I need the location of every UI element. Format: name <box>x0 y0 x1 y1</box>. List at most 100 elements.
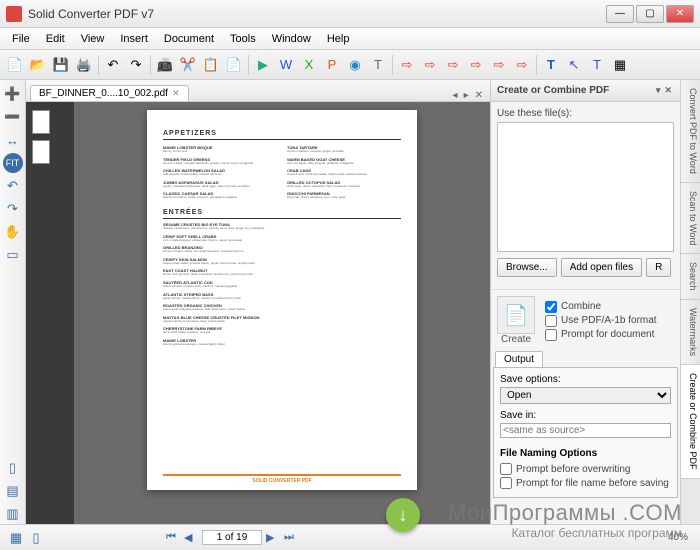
facing-icon[interactable]: ▥ <box>3 504 23 524</box>
app-icon <box>6 6 22 22</box>
save-icon[interactable]: 💾 <box>50 54 72 76</box>
new-icon[interactable]: 📄 <box>4 54 26 76</box>
prompt-overwrite-checkbox[interactable] <box>500 463 512 475</box>
fit-width-icon[interactable]: ↔ <box>3 130 23 150</box>
first-page-icon[interactable]: ⏮ <box>166 531 180 545</box>
convert2-icon[interactable]: ⇨ <box>419 54 441 76</box>
ppt-icon[interactable]: P <box>321 54 343 76</box>
tab-strip: BF_DINNER_0....10_002.pdf ✕ ◂ ▸ ✕ <box>26 80 490 102</box>
prompt-filename-checkbox[interactable] <box>500 477 512 489</box>
scan-icon[interactable]: 📠 <box>154 54 176 76</box>
redo-icon[interactable]: ↷ <box>125 54 147 76</box>
panel-title: Create or Combine PDF <box>497 85 609 96</box>
toolbar: 📄 📂 💾 🖨️ ↶ ↷ 📠 ✂️ 📋 📄 ▶ W X P ◉ T ⇨ ⇨ ⇨ … <box>0 50 700 80</box>
rtab-watermarks[interactable]: Watermarks <box>681 300 700 365</box>
pointer-icon[interactable]: ↖ <box>563 54 585 76</box>
file-naming-label: File Naming Options <box>500 448 671 459</box>
open-icon[interactable]: 📂 <box>27 54 49 76</box>
crop-icon[interactable]: ▦ <box>609 54 631 76</box>
use-files-label: Use these file(s): <box>497 108 674 119</box>
left-toolbar: ➕ ➖ ↔ FIT ↶ ↷ ✋ ▭ ▯ ▤ ▥ <box>0 80 26 524</box>
menu-file[interactable]: File <box>4 31 38 47</box>
menu-edit[interactable]: Edit <box>38 31 73 47</box>
pdfa-checkbox[interactable] <box>545 315 557 327</box>
tab-next-icon[interactable]: ▸ <box>461 90 472 101</box>
export-icon[interactable]: ▶ <box>252 54 274 76</box>
document-tab[interactable]: BF_DINNER_0....10_002.pdf ✕ <box>30 85 189 101</box>
last-page-icon[interactable]: ⏭ <box>284 531 298 545</box>
rotate-right-icon[interactable]: ↷ <box>3 199 23 219</box>
paste-icon[interactable]: 📄 <box>223 54 245 76</box>
thumbnail-1[interactable] <box>32 110 50 134</box>
thumbnail-2[interactable] <box>32 140 50 164</box>
excel-icon[interactable]: X <box>298 54 320 76</box>
select-icon[interactable]: ▭ <box>3 245 23 265</box>
text-icon[interactable]: T <box>367 54 389 76</box>
zoom-level: 40% <box>668 532 688 543</box>
fit-page-icon[interactable]: FIT <box>3 153 23 173</box>
thumbnail-pane[interactable] <box>26 102 74 524</box>
single-page-icon[interactable]: ▯ <box>3 458 23 478</box>
hand-icon[interactable]: ✋ <box>3 222 23 242</box>
page-footer: SOLID CONVERTER PDF <box>163 474 401 484</box>
remove-button[interactable]: R <box>646 258 671 277</box>
output-tab[interactable]: Output <box>495 351 543 367</box>
panel-menu-icon[interactable]: ▾ <box>654 85 663 96</box>
maximize-button[interactable]: ▢ <box>636 5 664 23</box>
view-mode-1-icon[interactable]: ▦ <box>6 528 26 548</box>
save-in-label: Save in: <box>500 410 671 421</box>
tab-close-icon[interactable]: ✕ <box>172 88 180 99</box>
section-entrees: ENTRÉES <box>163 209 401 219</box>
menu-view[interactable]: View <box>73 31 113 47</box>
save-options-label: Save options: <box>500 374 671 385</box>
tab-prev-icon[interactable]: ◂ <box>450 90 461 101</box>
convert1-icon[interactable]: ⇨ <box>396 54 418 76</box>
center-pane: BF_DINNER_0....10_002.pdf ✕ ◂ ▸ ✕ APPETI… <box>26 80 490 524</box>
rtab-search[interactable]: Search <box>681 254 700 300</box>
menu-help[interactable]: Help <box>319 31 358 47</box>
page-view[interactable]: APPETIZERS MAINE LOBSTER BISQUEsherry, v… <box>74 102 490 524</box>
continuous-icon[interactable]: ▤ <box>3 481 23 501</box>
rtab-scan[interactable]: Scan to Word <box>681 183 700 254</box>
word-icon[interactable]: W <box>275 54 297 76</box>
prompt-doc-checkbox[interactable] <box>545 329 557 341</box>
zoom-in-icon[interactable]: ➕ <box>3 84 23 104</box>
close-button[interactable]: ✕ <box>666 5 694 23</box>
file-list[interactable] <box>497 122 674 252</box>
convert6-icon[interactable]: ⇨ <box>511 54 533 76</box>
save-options-select[interactable]: Open <box>500 387 671 404</box>
menu-window[interactable]: Window <box>264 31 319 47</box>
tab-close-all-icon[interactable]: ✕ <box>472 90 486 101</box>
rotate-left-icon[interactable]: ↶ <box>3 176 23 196</box>
rtab-convert[interactable]: Convert PDF to Word <box>681 80 700 183</box>
textedit-icon[interactable]: T <box>586 54 608 76</box>
menu-insert[interactable]: Insert <box>112 31 156 47</box>
prev-page-icon[interactable]: ◀ <box>184 531 198 545</box>
menu-tools[interactable]: Tools <box>222 31 264 47</box>
save-in-input[interactable] <box>500 423 671 438</box>
tab-label: BF_DINNER_0....10_002.pdf <box>39 88 168 99</box>
html-icon[interactable]: ◉ <box>344 54 366 76</box>
view-mode-2-icon[interactable]: ▯ <box>26 528 46 548</box>
status-bar: ▦ ▯ ⏮ ◀ ▶ ⏭ 40% <box>0 524 700 550</box>
page-input[interactable] <box>202 530 262 545</box>
combine-checkbox[interactable] <box>545 301 557 313</box>
rtab-create[interactable]: Create or Combine PDF <box>681 365 700 479</box>
panel-close-icon[interactable]: ✕ <box>662 85 674 96</box>
create-icon[interactable]: 📄 <box>497 296 535 334</box>
convert4-icon[interactable]: ⇨ <box>465 54 487 76</box>
cut-icon[interactable]: ✂️ <box>177 54 199 76</box>
copy-icon[interactable]: 📋 <box>200 54 222 76</box>
create-label: Create <box>497 334 535 345</box>
minimize-button[interactable]: — <box>606 5 634 23</box>
add-open-files-button[interactable]: Add open files <box>561 258 642 277</box>
zoom-out-icon[interactable]: ➖ <box>3 107 23 127</box>
menu-document[interactable]: Document <box>156 31 222 47</box>
convert5-icon[interactable]: ⇨ <box>488 54 510 76</box>
browse-button[interactable]: Browse... <box>497 258 557 277</box>
next-page-icon[interactable]: ▶ <box>266 531 280 545</box>
print-icon[interactable]: 🖨️ <box>73 54 95 76</box>
undo-icon[interactable]: ↶ <box>102 54 124 76</box>
convert3-icon[interactable]: ⇨ <box>442 54 464 76</box>
texttool-icon[interactable]: T <box>540 54 562 76</box>
